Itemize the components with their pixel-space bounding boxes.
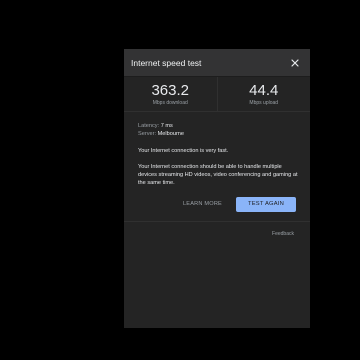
upload-metric: 44.4 Mbps upload [216,77,311,111]
download-metric: 363.2 Mbps download [124,77,217,111]
panel-footer: Feedback [124,222,310,237]
speed-test-panel: Internet speed test 363.2 Mbps download … [124,49,310,328]
learn-more-button[interactable]: LEARN MORE [177,196,228,212]
summary-text: Your Internet connection is very fast. [138,148,229,154]
action-row: LEARN MORE TEST AGAIN [138,196,296,212]
panel-header: Internet speed test [124,49,310,77]
detail-text: Your Internet connection should be able … [138,164,298,186]
latency-value: 7 ms [160,123,173,129]
download-value: 363.2 [151,81,190,99]
upload-value: 44.4 [249,81,279,99]
server-value: Melbourne [157,131,185,137]
download-unit: Mbps download [152,99,188,106]
feedback-link[interactable]: Feedback [272,231,294,237]
server-label: Server: [138,131,157,137]
panel-title: Internet speed test [131,57,202,68]
latency-label: Latency: [138,123,160,129]
upload-unit: Mbps upload [249,99,279,106]
test-again-button[interactable]: TEST AGAIN [236,196,296,212]
close-icon[interactable] [288,56,302,70]
latency-row: Latency: 7 ms [138,122,296,130]
server-row: Server: Melbourne [138,130,296,138]
result-body: Latency: 7 ms Server: Melbourne Your Int… [124,112,310,212]
speed-metrics: 363.2 Mbps download 44.4 Mbps upload [124,77,310,112]
